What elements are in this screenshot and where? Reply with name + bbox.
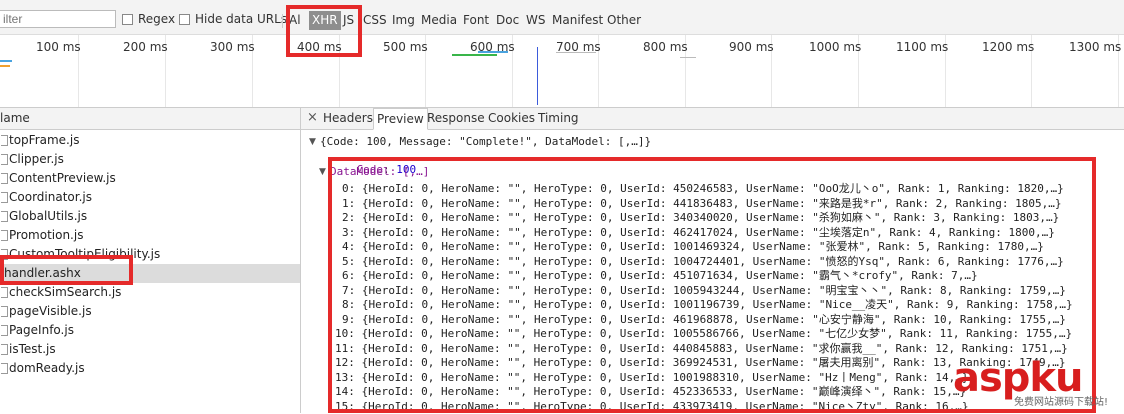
tab-preview[interactable]: Preview [373,108,428,130]
request-row[interactable]: pageVisible.js [0,302,300,321]
request-row[interactable]: checkSimSearch.js [0,283,300,302]
request-name: PageInfo.js [9,323,74,337]
filter-type-css[interactable]: CSS [360,11,390,30]
request-row[interactable]: isTest.js [0,340,300,359]
file-icon [1,287,8,298]
name-column-header[interactable]: lame [0,108,300,130]
timeline-tick-label: 900 ms [729,40,774,54]
request-name: Clipper.js [9,152,64,166]
request-name: Coordinator.js [9,190,92,204]
tab-cookies[interactable]: Cookies [488,108,535,129]
filter-type-manifest[interactable]: Manifest [549,11,606,30]
timeline-tick-label: 200 ms [123,40,168,54]
json-root-summary: {Code: 100, Message: "Complete!", DataMo… [320,135,652,148]
timeline-overview[interactable]: 100 ms 200 ms 300 ms 400 ms 500 ms 600 m… [0,35,1124,108]
file-icon [1,192,8,203]
request-name: pageVisible.js [9,304,92,318]
request-row[interactable]: GlobalUtils.js [0,207,300,226]
request-row[interactable]: ContentPreview.js [0,169,300,188]
request-row[interactable]: Promotion.js [0,226,300,245]
request-row[interactable]: Coordinator.js [0,188,300,207]
request-row[interactable]: PageInfo.js [0,321,300,340]
timeline-tick-label: 500 ms [383,40,428,54]
filter-type-font[interactable]: Font [460,11,492,30]
request-name: topFrame.js [9,133,80,147]
request-bar [478,51,508,53]
request-bar [0,60,12,62]
file-icon [1,135,8,146]
tab-timing[interactable]: Timing [538,108,579,129]
timeline-tick-label: 1300 ms [1069,40,1122,54]
file-icon [1,344,8,355]
timeline-tick-label: 800 ms [643,40,688,54]
file-icon [1,154,8,165]
file-icon [1,230,8,241]
request-name: Promotion.js [9,228,84,242]
timeline-tick-label: 1000 ms [809,40,862,54]
annotation-box-handler [0,255,133,285]
tab-headers[interactable]: Headers [323,108,373,129]
timeline-tick-label: 1200 ms [982,40,1035,54]
request-name: GlobalUtils.js [9,209,88,223]
request-bar [556,52,596,53]
hide-data-urls-label: Hide data URLs [195,12,288,26]
expand-arrow-icon[interactable]: ▼ [309,137,316,147]
request-row[interactable]: Clipper.js [0,150,300,169]
request-name: domReady.js [9,361,85,375]
file-icon [1,325,8,336]
request-row[interactable]: topFrame.js [0,131,300,150]
request-row[interactable]: domReady.js [0,359,300,378]
toolbar-divider [282,14,283,28]
file-icon [1,211,8,222]
regex-checkbox[interactable] [122,14,133,25]
request-bar [452,54,497,56]
timeline-tick-label: 100 ms [36,40,81,54]
filter-type-doc[interactable]: Doc [493,11,522,30]
filter-type-media[interactable]: Media [418,11,460,30]
name-header-label: lame [0,111,30,125]
hide-data-urls-checkbox[interactable] [179,14,190,25]
file-icon [1,363,8,374]
filter-type-img[interactable]: Img [389,11,418,30]
filter-type-ws[interactable]: WS [523,11,548,30]
regex-label: Regex [138,12,176,26]
file-icon [1,306,8,317]
request-name: checkSimSearch.js [9,285,122,299]
expand-arrow-icon[interactable]: ▼ [319,167,326,177]
load-event-marker [537,47,538,105]
timeline-tick-label: 1100 ms [896,40,949,54]
request-name: isTest.js [9,342,56,356]
detail-tabbar: × Headers Preview Response Cookies Timin… [301,108,1124,130]
network-filter-bar: Regex Hide data URLs Al XHR JS CSS Img M… [0,0,1124,35]
file-icon [1,173,8,184]
watermark-subtitle: 免费网站源码下载站! [1014,397,1109,408]
filter-type-other[interactable]: Other [604,11,644,30]
close-icon[interactable]: × [307,110,318,125]
annotation-box-xhr [286,5,362,57]
timeline-tick-label: 300 ms [210,40,255,54]
filter-input[interactable] [0,10,116,28]
request-bar [0,65,10,67]
tab-response[interactable]: Response [427,108,485,129]
request-name: ContentPreview.js [9,171,116,185]
request-bar [680,57,696,58]
